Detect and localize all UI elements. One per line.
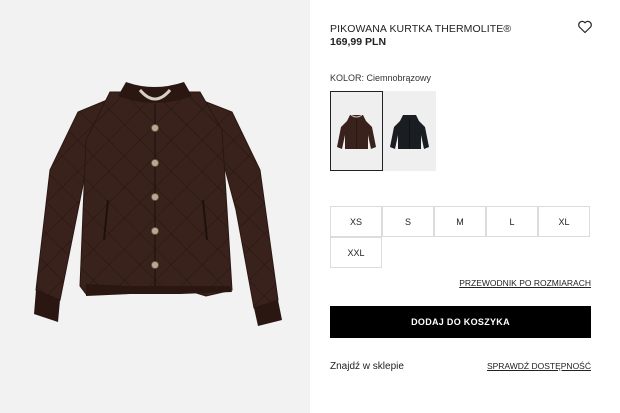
color-swatch-black[interactable] xyxy=(383,91,436,171)
product-image[interactable] xyxy=(0,0,310,413)
jacket-illustration xyxy=(34,82,282,326)
product-price: 169,99 PLN xyxy=(330,36,387,48)
size-option[interactable]: M xyxy=(434,206,486,237)
product-title: PIKOWANA KURTKA THERMOLITE® xyxy=(330,23,512,35)
color-label: KOLOR: Ciemnobrązowy xyxy=(330,73,432,83)
heart-icon[interactable] xyxy=(577,19,593,35)
add-to-cart-button[interactable]: DODAJ DO KOSZYKA xyxy=(330,306,591,338)
swatch-black-jacket-image xyxy=(390,115,429,149)
size-option[interactable]: S xyxy=(382,206,434,237)
size-option[interactable]: XL xyxy=(538,206,590,237)
swatch-brown-jacket-image xyxy=(337,114,376,149)
size-option[interactable]: XS xyxy=(330,206,382,237)
size-option[interactable]: L xyxy=(486,206,538,237)
find-in-store-label: Znajdź w sklepie xyxy=(330,361,404,372)
size-guide-link[interactable]: PRZEWODNIK PO ROZMIARACH xyxy=(459,278,591,288)
color-swatch-brown[interactable] xyxy=(330,91,383,171)
product-info-panel: PIKOWANA KURTKA THERMOLITE® 169,99 PLN K… xyxy=(310,0,620,413)
check-availability-link[interactable]: SPRAWDŹ DOSTĘPNOŚĆ xyxy=(487,361,591,371)
size-option[interactable]: XXL xyxy=(330,237,382,268)
